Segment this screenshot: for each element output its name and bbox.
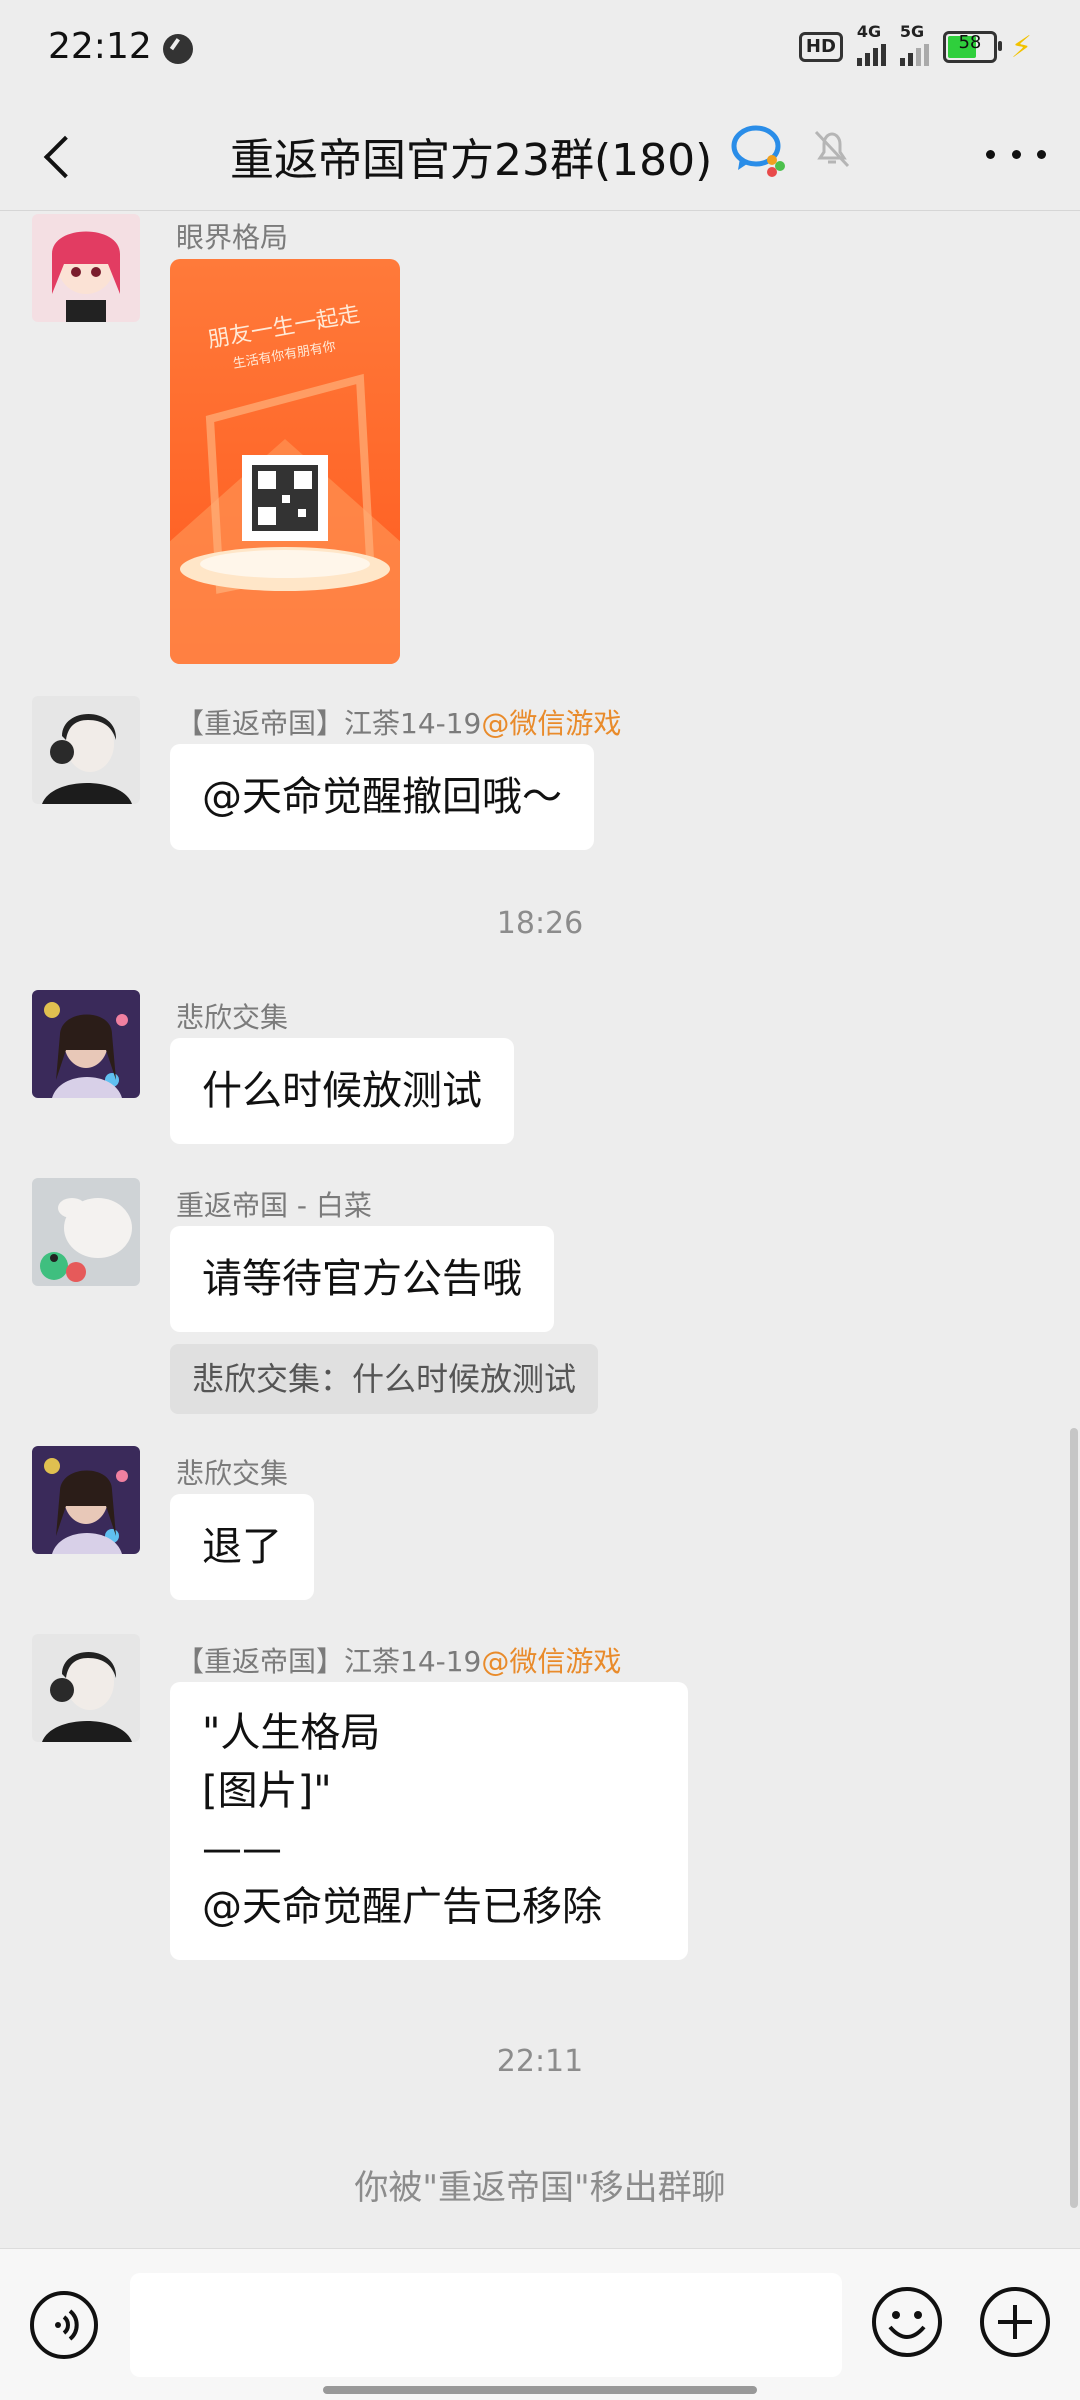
header-divider [0, 210, 1080, 211]
battery-level: 58 [958, 32, 982, 53]
avatar[interactable] [32, 696, 140, 804]
sender-name: 【重返帝国】江荼14-19@微信游戏 [176, 1640, 621, 1680]
net-4g-label: 4G [856, 22, 882, 41]
sender-name: 眼界格局 [176, 221, 289, 254]
more-icon[interactable] [986, 140, 1046, 168]
avatar[interactable] [32, 214, 140, 322]
message-bubble[interactable]: 什么时候放测试 [170, 1038, 514, 1144]
avatar[interactable] [32, 1178, 140, 1286]
sender-name-text: 【重返帝国】江荼14-19 [176, 707, 482, 740]
back-icon[interactable] [38, 128, 88, 182]
chat-header: 重返帝国官方23群(180) [0, 100, 1080, 210]
plus-icon[interactable] [978, 2285, 1052, 2359]
message-line: [图片]" [202, 1768, 332, 1814]
hd-icon: HD [798, 32, 843, 62]
avatar[interactable] [32, 1446, 140, 1554]
voice-icon[interactable] [30, 2291, 98, 2359]
message-line: —— [202, 1826, 282, 1872]
avatar[interactable] [32, 1634, 140, 1742]
sender-name-text: 【重返帝国】江荼14-19 [176, 1645, 482, 1678]
signal-4g-icon: 4G [856, 22, 886, 66]
timestamp: 22:11 [496, 2044, 584, 2079]
message-line: @天命觉醒广告已移除 [202, 1884, 602, 1930]
sender-name: 重返帝国 - 白菜 [176, 1189, 372, 1222]
message-line: "人生格局 [202, 1710, 381, 1756]
image-message[interactable]: 朋友一生一起走 生活有你有朋有你 [170, 259, 400, 664]
mute-bell-icon [814, 130, 850, 168]
sender-tag[interactable]: @微信游戏 [481, 707, 621, 740]
sender-name: 悲欣交集 [176, 1001, 289, 1034]
status-indicators: HD 4G 5G 58 ⚡ [798, 22, 1032, 66]
battery-icon: 58 [942, 31, 1002, 63]
message-bubble[interactable]: 退了 [170, 1494, 314, 1600]
charging-icon: ⚡ [1010, 29, 1032, 65]
chat-title: 重返帝国官方23群(180) [230, 135, 713, 186]
net-5g-label: 5G [899, 22, 925, 41]
notification-icon [163, 34, 193, 64]
sender-tag[interactable]: @微信游戏 [481, 1645, 621, 1678]
signal-5g-icon: 5G [899, 22, 929, 66]
timestamp: 18:26 [496, 906, 584, 941]
message-bubble[interactable]: 请等待官方公告哦 [170, 1226, 554, 1332]
home-indicator[interactable] [323, 2386, 757, 2394]
status-bar: 22:12 HD 4G 5G 58 ⚡ [0, 0, 1080, 100]
status-time: 22:12 [48, 26, 152, 67]
message-bubble[interactable]: @天命觉醒撤回哦～ [170, 744, 594, 850]
message-input[interactable] [130, 2273, 842, 2377]
emoji-icon[interactable] [870, 2285, 944, 2359]
sender-name: 悲欣交集 [176, 1457, 289, 1490]
message-bubble[interactable]: "人生格局 [图片]" —— @天命觉醒广告已移除 [170, 1682, 688, 1960]
quoted-message[interactable]: 悲欣交集：什么时候放测试 [170, 1344, 599, 1414]
wechat-bubble-icon [731, 125, 785, 177]
sender-name: 【重返帝国】江荼14-19@微信游戏 [176, 702, 621, 742]
avatar[interactable] [32, 990, 140, 1098]
chat-screen: 22:12 HD 4G 5G 58 ⚡ 重返帝国官方23群(180) 眼界格局 … [0, 0, 1080, 2400]
system-message: 你被"重返帝国"移出群聊 [354, 2168, 726, 2208]
input-bar [0, 2248, 1080, 2400]
scrollbar[interactable] [1070, 1428, 1078, 2208]
